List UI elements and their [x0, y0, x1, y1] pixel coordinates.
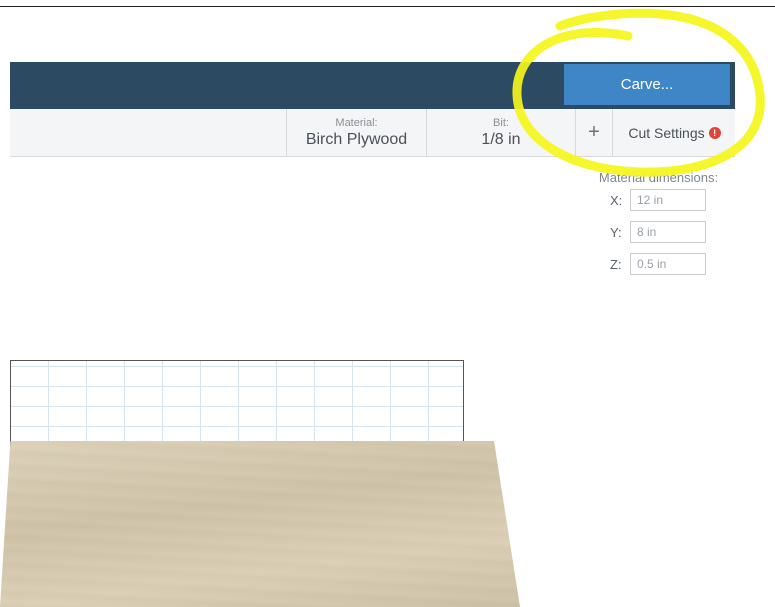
cut-settings-button[interactable]: Cut Settings ! — [612, 109, 736, 156]
cut-settings-label: Cut Settings — [628, 124, 705, 141]
dimension-x-input[interactable] — [630, 189, 706, 211]
material-label: Material: — [335, 116, 378, 129]
add-bit-button[interactable]: + — [575, 109, 612, 156]
top-divider — [0, 6, 775, 7]
material-dimensions-title: Material dimensions: — [598, 170, 719, 185]
dimension-y-row: Y: — [610, 219, 706, 245]
bit-selector[interactable]: Bit: 1/8 in — [426, 109, 575, 156]
material-value: Birch Plywood — [305, 130, 408, 148]
material-selector[interactable]: Material: Birch Plywood — [286, 109, 426, 156]
carve-button[interactable]: Carve... — [564, 64, 730, 105]
dimension-x-row: X: — [610, 187, 706, 213]
dimension-z-input[interactable] — [630, 253, 706, 275]
dimension-z-row: Z: — [610, 251, 706, 277]
bit-label: Bit: — [493, 116, 509, 129]
dimension-y-input[interactable] — [630, 221, 706, 243]
plus-icon: + — [588, 121, 600, 143]
dimension-x-label: X: — [610, 192, 623, 208]
dimension-y-label: Y: — [610, 224, 622, 240]
material-preview — [0, 441, 520, 607]
exclamation-circle-icon: ! — [708, 126, 721, 139]
design-canvas-grid[interactable] — [10, 360, 464, 451]
bit-value: 1/8 in — [481, 130, 521, 148]
dimension-z-label: Z: — [610, 256, 622, 272]
toolbar: Material: Birch Plywood Bit: 1/8 in + Cu… — [10, 109, 735, 157]
